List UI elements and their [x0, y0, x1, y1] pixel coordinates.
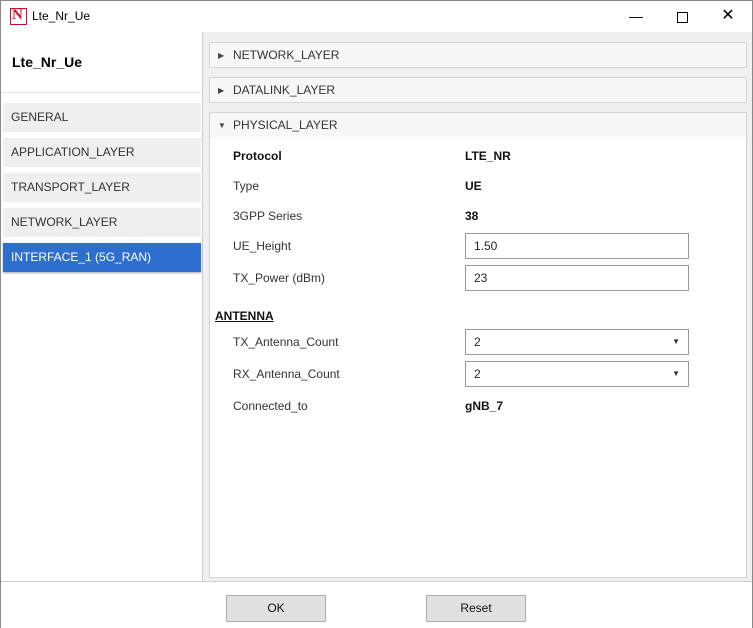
section-datalink-layer[interactable]: ▶ DATALINK_LAYER — [209, 77, 747, 103]
antenna-heading: ANTENNA — [215, 309, 274, 323]
ue-height-input[interactable] — [465, 233, 689, 259]
connected-to-value: gNB_7 — [465, 399, 504, 413]
ue-height-label: UE_Height — [233, 239, 292, 253]
title-bar: N Lte_Nr_Ue — ✕ — [1, 1, 752, 31]
section-physical-layer[interactable]: ▼ PHYSICAL_LAYER — [209, 112, 747, 138]
collapse-arrow-icon: ▼ — [218, 121, 226, 130]
section-network-layer[interactable]: ▶ NETWORK_LAYER — [209, 42, 747, 68]
protocol-label: Protocol — [233, 149, 282, 163]
section-label: DATALINK_LAYER — [233, 83, 336, 97]
ok-button[interactable]: OK — [226, 595, 326, 622]
minimize-button[interactable]: — — [613, 1, 659, 31]
connected-to-label: Connected_to — [233, 399, 308, 413]
chevron-down-icon: ▼ — [672, 369, 680, 378]
reset-button[interactable]: Reset — [426, 595, 526, 622]
tx-antenna-select[interactable]: 2 ▼ — [465, 329, 689, 355]
device-title: Lte_Nr_Ue — [12, 54, 83, 70]
dialog-footer: OK Reset — [1, 581, 752, 628]
chevron-down-icon: ▼ — [672, 337, 680, 346]
minimize-icon: — — [629, 8, 643, 24]
expand-arrow-icon: ▶ — [218, 51, 225, 60]
sidebar-item-transport-layer[interactable]: TRANSPORT_LAYER — [3, 173, 201, 202]
rx-antenna-label: RX_Antenna_Count — [233, 367, 340, 381]
physical-layer-body: Protocol LTE_NR Type UE 3GPP Series 38 U… — [209, 137, 747, 578]
maximize-button[interactable] — [659, 1, 705, 31]
window-title: Lte_Nr_Ue — [32, 9, 91, 23]
expand-arrow-icon: ▶ — [218, 86, 225, 95]
sidebar-item-interface-1[interactable]: INTERFACE_1 (5G_RAN) — [3, 243, 201, 272]
sidebar-item-general[interactable]: GENERAL — [3, 103, 201, 132]
tx-power-label: TX_Power (dBm) — [233, 271, 326, 285]
app-window: N Lte_Nr_Ue — ✕ Lte_Nr_Ue GENERAL APPLIC… — [0, 0, 753, 628]
sidebar-divider — [1, 92, 202, 93]
tx-power-input[interactable] — [465, 265, 689, 291]
sidebar: Lte_Nr_Ue GENERAL APPLICATION_LAYER TRAN… — [1, 32, 203, 581]
netsim-logo-icon: N — [10, 7, 27, 25]
protocol-value: LTE_NR — [465, 149, 511, 163]
close-icon: ✕ — [721, 7, 735, 24]
series-value: 38 — [465, 209, 479, 223]
section-label: NETWORK_LAYER — [233, 48, 340, 62]
rx-antenna-value: 2 — [474, 367, 481, 381]
section-label: PHYSICAL_LAYER — [233, 118, 338, 132]
rx-antenna-select[interactable]: 2 ▼ — [465, 361, 689, 387]
tx-antenna-label: TX_Antenna_Count — [233, 335, 339, 349]
close-button[interactable]: ✕ — [705, 1, 751, 31]
type-label: Type — [233, 179, 260, 193]
sidebar-item-network-layer[interactable]: NETWORK_LAYER — [3, 208, 201, 237]
properties-panel: ▶ NETWORK_LAYER ▶ DATALINK_LAYER ▼ PHYSI… — [203, 32, 752, 581]
type-value: UE — [465, 179, 482, 193]
tx-antenna-value: 2 — [474, 335, 481, 349]
maximize-icon — [676, 11, 688, 23]
sidebar-item-application-layer[interactable]: APPLICATION_LAYER — [3, 138, 201, 167]
series-label: 3GPP Series — [233, 209, 303, 223]
